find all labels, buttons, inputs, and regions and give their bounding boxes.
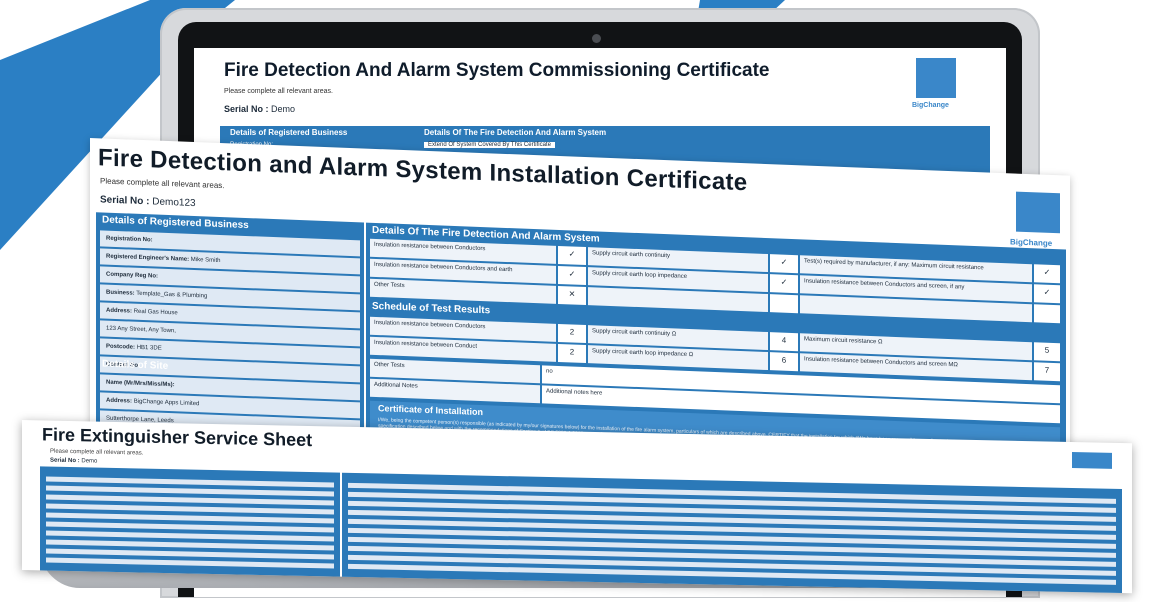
field-value[interactable]: BigChange Apps Limited xyxy=(134,399,200,408)
bigchange-logo-icon xyxy=(1072,451,1112,469)
cert1-serial-value: Demo xyxy=(271,104,296,114)
cert1-section-business: Details of Registered Business xyxy=(230,128,348,137)
cert1-title: Fire Detection And Alarm System Commissi… xyxy=(224,60,770,81)
field-value[interactable]: Template_Gas & Plumbing xyxy=(136,291,207,300)
cert2-logo-text: BigChange xyxy=(1010,237,1053,248)
field-label: Company Reg No: xyxy=(106,271,159,280)
field-label: Registration No: xyxy=(106,235,153,244)
cert2-serial-label: Serial No : xyxy=(100,194,150,208)
bigchange-logo-icon xyxy=(1016,191,1060,234)
cert1-subtitle: Please complete all relevant areas. xyxy=(224,88,333,95)
webcam-icon xyxy=(592,34,601,43)
grid-value[interactable]: ✕ xyxy=(558,285,586,306)
extinguisher-service-sheet: Fire Extinguisher Service Sheet Please c… xyxy=(22,420,1132,594)
grid-value[interactable]: 6 xyxy=(770,352,798,372)
cert1-section-system: Details Of The Fire Detection And Alarm … xyxy=(424,128,607,137)
cert2-subtitle: Please complete all relevant areas. xyxy=(100,176,225,191)
field-label: Address: xyxy=(106,307,133,315)
field-value[interactable]: 123 Any Street, Any Town, xyxy=(106,326,176,335)
grid-value[interactable]: ✓ xyxy=(558,265,586,286)
grid-value[interactable]: 7 xyxy=(1034,362,1060,382)
field-label: Business: xyxy=(106,289,135,297)
field-value[interactable]: Mike Smith xyxy=(191,257,221,264)
cert2-serial-value: Demo123 xyxy=(152,196,196,210)
cert3-serial: Serial No : Demo xyxy=(50,458,97,465)
cert1-logo-text: BigChange xyxy=(912,102,949,109)
cert2-serial: Serial No : Demo123 xyxy=(100,194,196,209)
grid-value[interactable]: ✓ xyxy=(558,245,586,266)
field-value[interactable]: HB1 3DE xyxy=(137,345,162,352)
cert3-serial-value: Demo xyxy=(81,458,98,465)
field-value[interactable]: Real Gas House xyxy=(134,309,178,317)
cert1-extent-label: Extend Of System Covered By This Certifi… xyxy=(424,142,555,148)
field-label: Registered Engineer's Name: xyxy=(106,253,190,263)
grid-value[interactable]: ✓ xyxy=(770,274,798,294)
installation-header: Certificate of Installation xyxy=(378,403,484,418)
grid-value[interactable]: 5 xyxy=(1034,342,1060,362)
field-label: Postcode: xyxy=(106,343,136,351)
grid-value[interactable]: 4 xyxy=(770,332,798,352)
cert3-serial-label: Serial No : xyxy=(50,457,80,465)
field-label: Address: xyxy=(106,397,133,405)
cert3-subtitle: Please complete all relevant areas. xyxy=(50,448,144,457)
grid-value[interactable] xyxy=(1034,304,1060,324)
field-label: Name (Mr/Mrs/Miss/Ms): xyxy=(106,379,175,389)
grid-value[interactable]: 2 xyxy=(558,323,586,344)
grid-value[interactable]: ✓ xyxy=(1034,264,1060,284)
installation-certificate: Fire Detection and Alarm System Installa… xyxy=(90,138,1070,473)
cert3-title: Fire Extinguisher Service Sheet xyxy=(42,424,313,451)
bigchange-logo-icon xyxy=(916,58,956,98)
grid-value[interactable]: 2 xyxy=(558,343,586,364)
grid-value[interactable]: ✓ xyxy=(1034,284,1060,304)
cert1-serial-label: Serial No : xyxy=(224,104,269,114)
grid-value[interactable]: ✓ xyxy=(770,254,798,274)
cert1-serial: Serial No : Demo xyxy=(224,104,295,114)
grid-value[interactable] xyxy=(770,294,798,314)
